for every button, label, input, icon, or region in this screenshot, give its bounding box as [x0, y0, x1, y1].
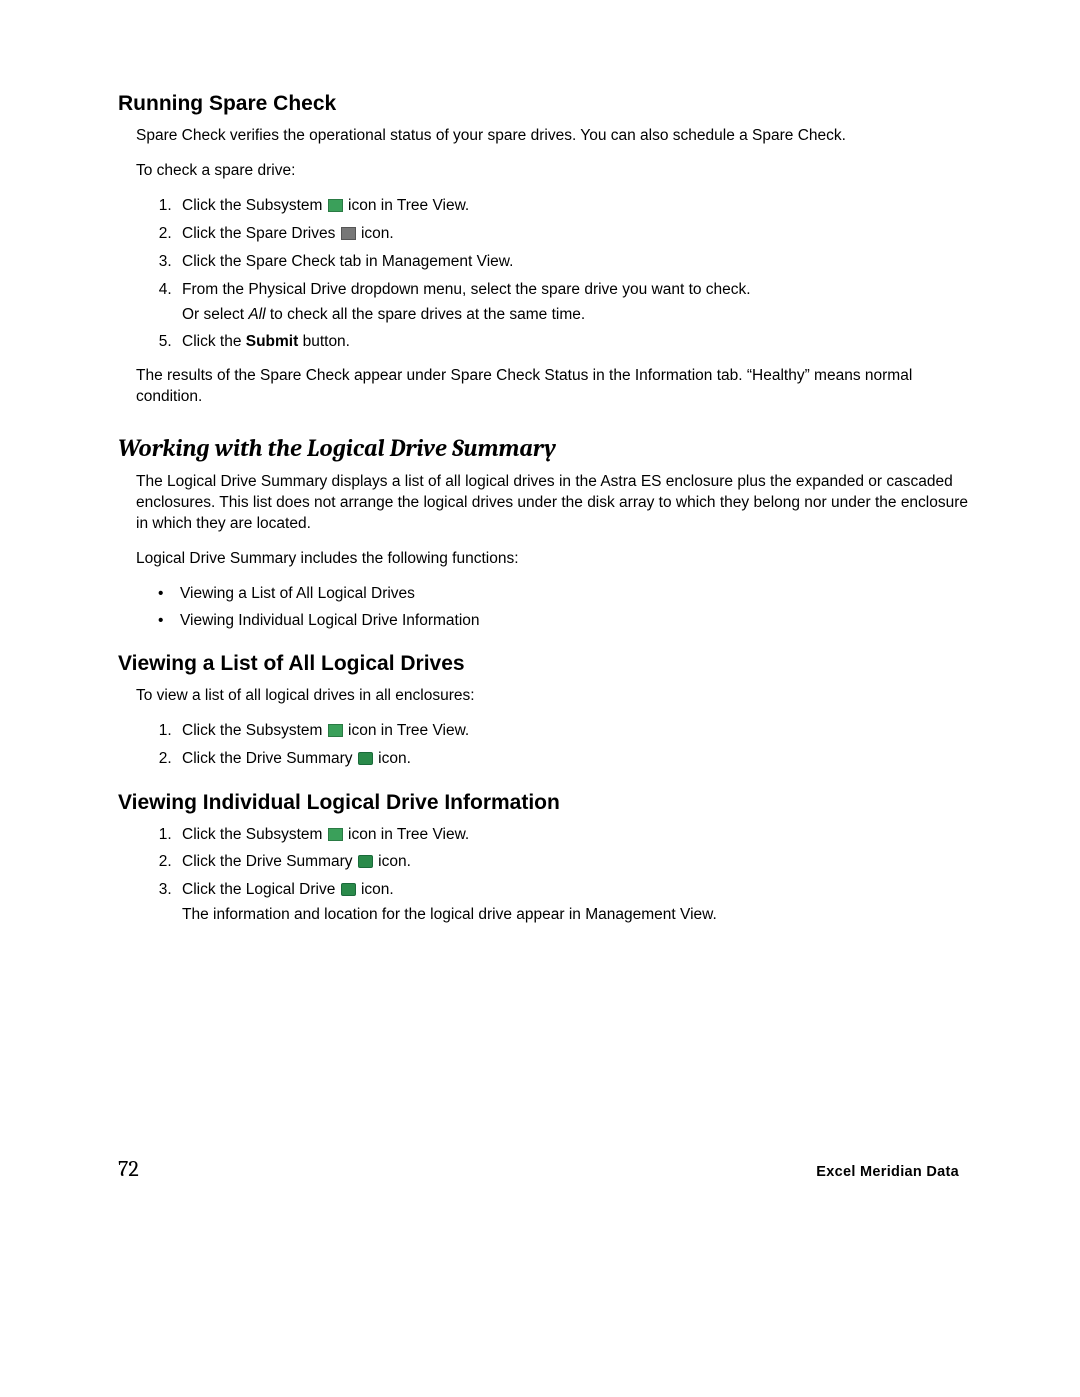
ordered-list: Click the Subsystem icon in Tree View. C…	[176, 721, 970, 770]
text: icon.	[374, 750, 411, 767]
text: Click the Spare Drives	[182, 225, 340, 242]
text: Click the Subsystem	[182, 197, 327, 214]
footer-brand: Excel Meridian Data	[816, 1164, 959, 1180]
spare-drives-icon	[341, 227, 356, 240]
paragraph: To check a spare drive:	[136, 161, 970, 182]
text: button.	[298, 333, 350, 350]
text: to check all the spare drives at the sam…	[266, 306, 586, 323]
text: icon in Tree View.	[344, 197, 470, 214]
text: Viewing Individual Logical Drive Informa…	[180, 612, 480, 629]
subsystem-icon	[328, 724, 343, 737]
heading-view-individual: Viewing Individual Logical Drive Informa…	[118, 791, 970, 815]
list-item: Viewing Individual Logical Drive Informa…	[156, 611, 970, 632]
list-item: Click the Drive Summary icon.	[176, 749, 970, 770]
text: icon in Tree View.	[344, 826, 470, 843]
heading-view-list: Viewing a List of All Logical Drives	[118, 652, 970, 676]
ordered-list: Click the Subsystem icon in Tree View. C…	[176, 196, 970, 354]
list-item: Click the Drive Summary icon.	[176, 852, 970, 873]
list-item: Click the Subsystem icon in Tree View.	[176, 196, 970, 217]
text: icon.	[374, 853, 411, 870]
paragraph: To view a list of all logical drives in …	[136, 686, 970, 707]
page-content: Running Spare Check Spare Check verifies…	[0, 0, 1080, 993]
logical-drive-icon	[341, 883, 356, 896]
text: From the Physical Drive dropdown menu, s…	[182, 281, 751, 298]
list-item: Click the Spare Drives icon.	[176, 224, 970, 245]
text: Click the Drive Summary	[182, 750, 357, 767]
drive-summary-icon	[358, 855, 373, 868]
text: Or select	[182, 306, 248, 323]
page-footer: 72 Excel Meridian Data	[0, 1156, 1080, 1182]
text: Viewing a List of All Logical Drives	[180, 585, 415, 602]
text-bold: Submit	[246, 333, 299, 350]
text: Click the Subsystem	[182, 826, 327, 843]
subsystem-icon	[328, 199, 343, 212]
drive-summary-icon	[358, 752, 373, 765]
text: Click the Logical Drive	[182, 881, 340, 898]
list-item: Click the Logical Drive icon. The inform…	[176, 880, 970, 926]
text: Click the Spare Check tab in Management …	[182, 253, 513, 270]
text: The information and location for the log…	[182, 906, 717, 923]
text: Click the Subsystem	[182, 722, 327, 739]
heading-running-spare-check: Running Spare Check	[118, 92, 970, 116]
paragraph: Logical Drive Summary includes the follo…	[136, 549, 970, 570]
paragraph: The results of the Spare Check appear un…	[136, 366, 970, 408]
list-item: Click the Spare Check tab in Management …	[176, 252, 970, 273]
list-item: Click the Subsystem icon in Tree View.	[176, 721, 970, 742]
list-item: From the Physical Drive dropdown menu, s…	[176, 280, 970, 326]
text-italic: All	[248, 306, 265, 323]
list-item: Viewing a List of All Logical Drives	[156, 584, 970, 605]
paragraph: The Logical Drive Summary displays a lis…	[136, 472, 970, 535]
page-number: 72	[118, 1156, 139, 1182]
ordered-list: Click the Subsystem icon in Tree View. C…	[176, 825, 970, 927]
list-item: Click the Subsystem icon in Tree View.	[176, 825, 970, 846]
text: icon in Tree View.	[344, 722, 470, 739]
bullet-list: Viewing a List of All Logical Drives Vie…	[156, 584, 970, 632]
text: icon.	[357, 225, 394, 242]
text: icon.	[357, 881, 394, 898]
subsystem-icon	[328, 828, 343, 841]
list-item: Click the Submit button.	[176, 332, 970, 353]
paragraph: Spare Check verifies the operational sta…	[136, 126, 970, 147]
heading-logical-drive-summary: Working with the Logical Drive Summary	[118, 434, 970, 462]
text: Click the	[182, 333, 246, 350]
text: Click the Drive Summary	[182, 853, 357, 870]
